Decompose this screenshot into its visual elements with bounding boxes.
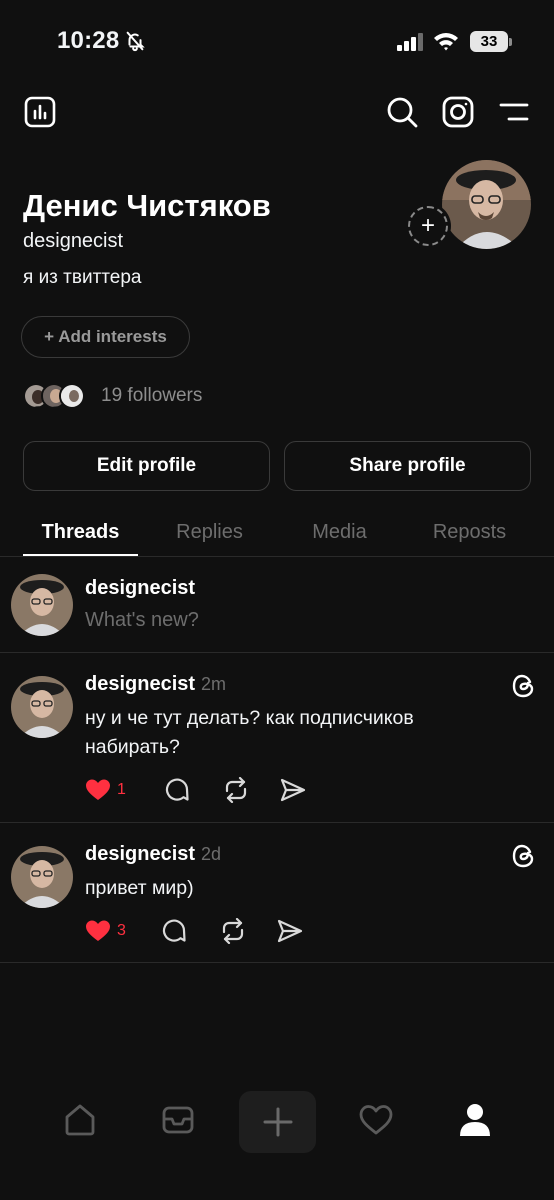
post-actions: 1 — [85, 776, 306, 804]
profile-bio: я из твиттера — [23, 267, 142, 288]
post-avatar[interactable] — [11, 846, 73, 908]
new-thread-button[interactable] — [239, 1091, 316, 1153]
share-icon — [277, 919, 303, 943]
profile-tabs: Threads Replies Media Reposts — [0, 508, 554, 557]
reply-button[interactable] — [164, 777, 190, 803]
share-icon — [280, 778, 306, 802]
share-button[interactable] — [277, 919, 303, 943]
like-button[interactable]: 1 — [85, 778, 126, 802]
tab-media[interactable]: Media — [282, 508, 397, 556]
composer-username: designecist — [85, 577, 196, 599]
profile-avatar[interactable] — [442, 160, 531, 249]
plus-icon — [263, 1107, 292, 1137]
post-avatar[interactable] — [11, 676, 73, 738]
follower-avatar — [59, 383, 85, 409]
like-button[interactable]: 3 — [85, 919, 126, 943]
post-text: привет мир) — [85, 877, 194, 899]
profile-handle: designecist — [23, 230, 124, 252]
post-username[interactable]: designecist — [85, 843, 195, 865]
followers-count: 19 followers — [101, 385, 203, 406]
repost-button[interactable] — [219, 918, 247, 944]
threads-logo-icon — [511, 843, 537, 869]
profile-icon[interactable] — [445, 1090, 505, 1150]
status-bar: 10:28 33 — [0, 0, 554, 84]
wifi-icon — [433, 31, 459, 56]
post-time: 2m — [201, 674, 227, 694]
active-tab-indicator — [23, 554, 138, 556]
share-button[interactable] — [280, 778, 306, 802]
post-actions: 3 — [85, 917, 303, 945]
signal-icon — [397, 33, 425, 56]
like-count: 3 — [117, 922, 126, 939]
comment-icon — [162, 919, 186, 942]
home-icon[interactable] — [50, 1090, 110, 1150]
divider — [0, 652, 554, 653]
heart-icon — [86, 920, 110, 941]
instagram-icon[interactable] — [441, 95, 475, 129]
edit-profile-button[interactable]: Edit profile — [23, 441, 270, 491]
divider — [0, 962, 554, 963]
bell-off-icon — [124, 30, 146, 57]
post-username[interactable]: designecist — [85, 673, 195, 695]
divider — [0, 822, 554, 823]
tab-replies[interactable]: Replies — [152, 508, 267, 556]
repost-icon — [222, 918, 244, 944]
battery-indicator: 33 — [470, 31, 508, 52]
repost-icon — [225, 777, 247, 803]
activity-icon[interactable] — [346, 1090, 406, 1150]
inbox-icon[interactable] — [148, 1090, 208, 1150]
status-time: 10:28 — [57, 27, 120, 54]
tab-reposts[interactable]: Reposts — [411, 508, 528, 556]
add-story-button[interactable]: + — [405, 203, 451, 249]
menu-icon[interactable] — [497, 95, 531, 129]
battery-cap — [509, 38, 512, 46]
post-time: 2d — [201, 844, 222, 864]
tab-threads[interactable]: Threads — [23, 508, 138, 556]
profile-name: Денис Чистяков — [23, 188, 271, 223]
composer-input[interactable]: What's new? — [85, 609, 199, 632]
post-text: ну и че тут делать? как подписчиков наби… — [85, 707, 414, 758]
repost-button[interactable] — [222, 777, 250, 803]
heart-icon — [86, 779, 110, 800]
insights-icon[interactable] — [23, 95, 57, 129]
add-interests-button[interactable]: + Add interests — [21, 316, 190, 358]
share-profile-button[interactable]: Share profile — [284, 441, 531, 491]
bottom-navigation — [0, 1085, 554, 1165]
threads-logo-icon — [511, 673, 537, 699]
search-icon[interactable] — [385, 95, 419, 129]
reply-button[interactable] — [161, 918, 187, 944]
plus-icon: + — [408, 206, 448, 246]
post-header: designecist 2m — [85, 673, 226, 696]
like-count: 1 — [117, 781, 126, 798]
comment-icon — [165, 778, 189, 801]
followers-link[interactable]: 19 followers — [23, 382, 202, 410]
composer-avatar — [11, 574, 73, 636]
post-header: designecist 2d — [85, 843, 221, 866]
